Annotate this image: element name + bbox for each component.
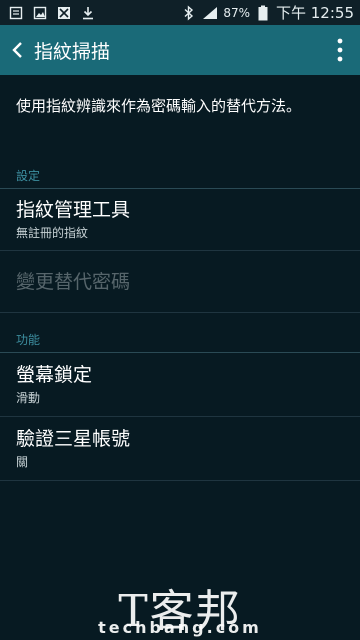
item-subtitle: 關 bbox=[16, 455, 29, 469]
item-title: 螢幕鎖定 bbox=[16, 364, 93, 386]
item-subtitle: 無註冊的指紋 bbox=[16, 226, 89, 240]
description-text: 使用指紋辨識來作為密碼輸入的替代方法。 bbox=[16, 97, 302, 115]
chevron-left-icon bbox=[12, 42, 22, 58]
screen-lock-item[interactable]: 螢幕鎖定 滑動 bbox=[0, 353, 360, 417]
settings-content: 使用指紋辨識來作為密碼輸入的替代方法。 設定 指紋管理工具 無註冊的指紋 變更替… bbox=[0, 75, 360, 481]
page-title: 指紋掃描 bbox=[34, 40, 111, 63]
section-header-features: 功能 bbox=[0, 327, 360, 353]
download-icon bbox=[80, 5, 96, 21]
battery-icon bbox=[255, 5, 271, 21]
more-vert-icon bbox=[337, 38, 343, 62]
verify-samsung-account-item[interactable]: 驗證三星帳號 關 bbox=[0, 417, 360, 481]
item-title: 驗證三星帳號 bbox=[16, 428, 131, 450]
action-bar: 指紋掃描 bbox=[0, 25, 360, 75]
section-header-settings: 設定 bbox=[0, 163, 360, 189]
clock: 下午 12:55 bbox=[276, 4, 354, 22]
watermark-url: techbang.com bbox=[98, 618, 262, 637]
signal-icon bbox=[202, 5, 218, 21]
fingerprint-manager-item[interactable]: 指紋管理工具 無註冊的指紋 bbox=[0, 189, 360, 251]
status-bar: 87% 下午 12:55 bbox=[0, 0, 360, 25]
item-title: 指紋管理工具 bbox=[16, 199, 131, 221]
change-backup-password-item: 變更替代密碼 bbox=[0, 251, 360, 313]
back-button[interactable] bbox=[2, 25, 34, 75]
item-subtitle: 滑動 bbox=[16, 391, 41, 405]
notes-icon bbox=[8, 5, 24, 21]
blocked-icon bbox=[56, 5, 72, 21]
battery-percent: 87% bbox=[223, 5, 250, 20]
more-options-button[interactable] bbox=[320, 25, 360, 75]
bluetooth-icon bbox=[181, 4, 197, 21]
image-icon bbox=[32, 5, 48, 21]
item-title: 變更替代密碼 bbox=[16, 270, 131, 293]
